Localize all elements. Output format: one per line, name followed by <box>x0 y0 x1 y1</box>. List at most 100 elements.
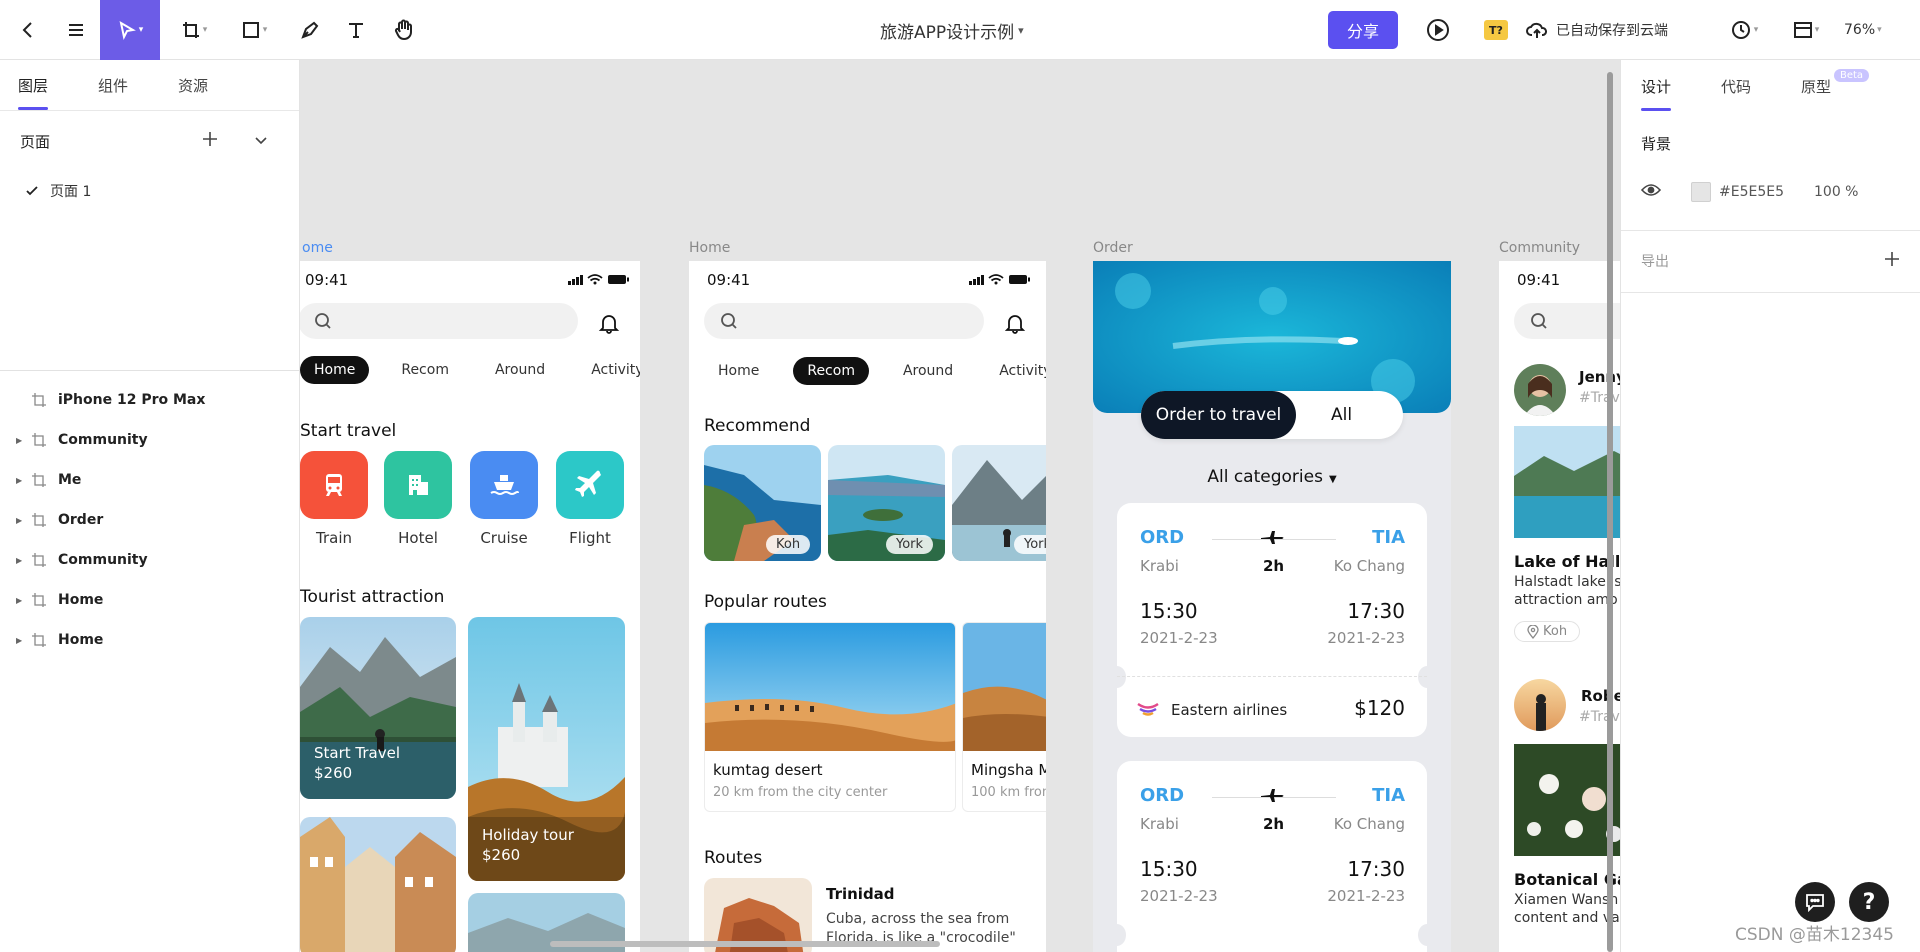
text-tool-button[interactable] <box>336 0 376 60</box>
category-flight[interactable]: Flight <box>556 451 624 547</box>
recommend-card[interactable]: Koh <box>704 445 821 561</box>
tab-recom[interactable]: Recom <box>387 356 463 384</box>
all-button[interactable]: All <box>1331 391 1352 439</box>
expand-triangle-icon[interactable]: ▶ <box>16 556 22 565</box>
bell-icon[interactable] <box>598 312 620 338</box>
shape-tool-button[interactable]: ▾ <box>232 0 276 60</box>
attraction-card[interactable]: Start Travel $260 <box>300 617 456 799</box>
expand-triangle-icon[interactable]: ▶ <box>16 596 22 605</box>
panel-divider <box>1621 292 1920 293</box>
recommend-card[interactable]: York <box>828 445 945 561</box>
category-cruise[interactable]: Cruise <box>470 451 538 547</box>
artboard-community[interactable]: 09:41 Jenny #Trav Lake of Halls Halstadt… <box>1499 261 1620 952</box>
eye-icon[interactable] <box>1640 183 1662 201</box>
back-icon[interactable] <box>8 0 48 60</box>
chevron-down-icon[interactable] <box>253 129 269 153</box>
history-button[interactable]: ▾ <box>1722 0 1766 60</box>
layer-item[interactable]: iPhone 12 Pro Max <box>0 380 300 420</box>
add-page-icon[interactable] <box>201 129 219 153</box>
tab-activity[interactable]: Activity <box>985 357 1046 385</box>
canvas-vertical-scrollbar[interactable] <box>1607 72 1613 952</box>
expand-triangle-icon[interactable]: ▶ <box>16 516 22 525</box>
post-image[interactable] <box>1514 426 1620 538</box>
tab-recom[interactable]: Recom <box>793 357 869 385</box>
tab-home[interactable]: Home <box>300 356 370 384</box>
tab-code[interactable]: 代码 <box>1721 76 1751 111</box>
airline-name: Eastern airlines <box>1171 701 1288 719</box>
origin-city: Krabi <box>1140 557 1179 575</box>
tab-activity[interactable]: Activity <box>577 356 640 384</box>
route-card[interactable]: Mingsha M 100 km from <box>962 622 1046 812</box>
select-tool-button[interactable]: ▾ <box>100 0 160 60</box>
panel-divider <box>0 370 300 371</box>
tab-layers[interactable]: 图层 <box>18 75 49 110</box>
tab-around[interactable]: Around <box>889 357 967 385</box>
layer-item[interactable]: ▶ Community <box>0 540 300 580</box>
layer-item[interactable]: ▶ Order <box>0 500 300 540</box>
save-status[interactable]: 已自动保存到云端 <box>1526 0 1668 60</box>
bell-icon[interactable] <box>1004 312 1026 338</box>
ticket-notch <box>1108 924 1126 946</box>
layer-label: Home <box>58 632 104 648</box>
frame-label-home-1[interactable]: ome <box>302 240 333 256</box>
category-hotel[interactable]: Hotel <box>384 451 452 547</box>
layer-item[interactable]: ▶ Home <box>0 620 300 660</box>
expand-triangle-icon[interactable]: ▶ <box>16 436 22 445</box>
attraction-card[interactable]: Holiday tour $260 <box>468 617 625 881</box>
pen-tool-button[interactable] <box>290 0 330 60</box>
frame-tool-button[interactable]: ▾ <box>172 0 216 60</box>
tab-design[interactable]: 设计 <box>1641 76 1672 111</box>
route-card[interactable]: kumtag desert 20 km from the city center <box>704 622 956 812</box>
expand-triangle-icon[interactable]: ▶ <box>16 636 22 645</box>
attraction-card[interactable] <box>300 817 456 952</box>
departure-date: 2021-2-23 <box>1140 887 1218 905</box>
category-train[interactable]: Train <box>300 451 368 547</box>
layer-item[interactable]: ▶ Community <box>0 420 300 460</box>
layout-button[interactable]: ▾ <box>1784 0 1828 60</box>
search-input[interactable] <box>300 303 578 339</box>
tab-components[interactable]: 组件 <box>98 75 128 110</box>
avatar[interactable] <box>1514 679 1566 731</box>
page-item-1[interactable]: 页面 1 <box>0 171 299 211</box>
hand-tool-button[interactable] <box>384 0 424 60</box>
post-image[interactable] <box>1514 744 1620 856</box>
layer-item[interactable]: ▶ Me <box>0 460 300 500</box>
tab-assets[interactable]: 资源 <box>178 75 208 110</box>
location-tag[interactable]: Koh <box>1514 621 1581 642</box>
canvas-horizontal-scrollbar[interactable] <box>550 941 940 947</box>
artboard-home-2[interactable]: 09:41 Home Recom Around Activity Recomme… <box>689 261 1046 952</box>
frame-label-order[interactable]: Order <box>1093 240 1133 256</box>
search-input[interactable] <box>704 303 984 339</box>
help-button[interactable]: ? <box>1849 882 1889 922</box>
menu-icon[interactable] <box>56 0 96 60</box>
frame-label-home-2[interactable]: Home <box>689 240 730 256</box>
color-swatch[interactable] <box>1691 182 1711 202</box>
tab-prototype[interactable]: 原型 <box>1801 76 1831 111</box>
expand-triangle-icon[interactable]: ▶ <box>16 476 22 485</box>
frame-icon <box>31 432 47 448</box>
all-categories-dropdown[interactable]: All categories ▼ <box>1093 467 1451 487</box>
flight-card[interactable]: ORD TIA Krabi 2h Ko Chang 15:30 17:30 20… <box>1108 503 1436 737</box>
tab-around[interactable]: Around <box>481 356 559 384</box>
order-to-travel-button[interactable]: Order to travel <box>1141 391 1296 439</box>
recommend-card[interactable]: York <box>952 445 1046 561</box>
background-hex-input[interactable]: #E5E5E5 <box>1719 184 1784 200</box>
background-opacity-input[interactable]: 100 % <box>1814 184 1858 200</box>
flight-card[interactable]: ORD TIA Krabi 2h Ko Chang 15:30 17:30 20… <box>1108 761 1436 952</box>
artboard-order[interactable]: Order to travel All All categories ▼ ORD … <box>1093 261 1451 952</box>
tab-home[interactable]: Home <box>704 357 773 385</box>
avatar[interactable] <box>1514 364 1566 416</box>
order-toggle: Order to travel All <box>1141 391 1403 439</box>
frame-label-community[interactable]: Community <box>1499 240 1580 256</box>
preview-play-icon[interactable] <box>1420 0 1456 60</box>
text-check-badge[interactable]: T? <box>1484 20 1508 40</box>
artboard-home-1[interactable]: 09:41 Home Recom Around Activity Start t… <box>300 261 640 952</box>
zoom-level[interactable]: 76% ▾ <box>1844 0 1882 60</box>
share-button[interactable]: 分享 <box>1328 11 1398 49</box>
feedback-chat-button[interactable] <box>1795 882 1835 922</box>
layer-label: Order <box>58 512 104 528</box>
search-input[interactable] <box>1514 303 1620 339</box>
document-title[interactable]: 旅游APP设计示例 ▾ <box>880 0 1024 60</box>
add-export-icon[interactable] <box>1883 250 1901 272</box>
layer-item[interactable]: ▶ Home <box>0 580 300 620</box>
